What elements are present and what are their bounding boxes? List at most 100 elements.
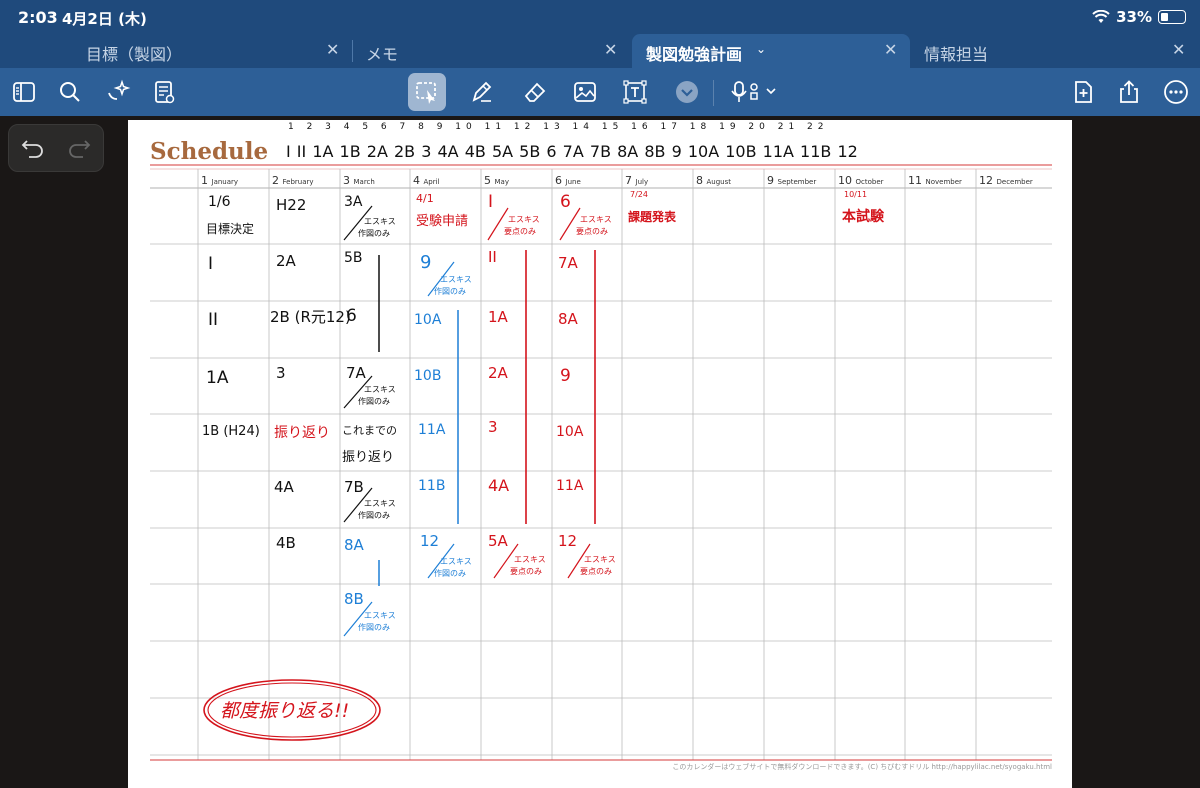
month-number: 12 [979, 174, 993, 187]
note-mar-review: 振り返り [342, 450, 395, 465]
note-jan-row5: 1B (H24) [202, 424, 260, 439]
note-oct-date: 10/11 [844, 190, 868, 199]
close-icon[interactable]: ✕ [884, 40, 897, 59]
share-icon[interactable] [1114, 77, 1144, 107]
lasso-icon[interactable] [408, 73, 446, 111]
note-jun-row7: 12 [558, 532, 578, 550]
month-number: 9 [767, 174, 774, 187]
battery-percent: 33% [1116, 8, 1152, 26]
note-apr-row3: 10A [414, 312, 442, 328]
page-footer: このカレンダーはウェブサイトで無料ダウンロードできます。(C) ちびむすドリル … [672, 763, 1052, 771]
note-jan-row4: 1A [206, 368, 229, 388]
note-apr-draw2: 作図のみ [434, 569, 466, 578]
note-may-row1: I [488, 192, 494, 212]
note-feb-row6: 4A [274, 478, 294, 496]
status-bar: 2:03 4月2日 (木) 33% [0, 0, 1200, 34]
note-mar-esq2: エスキス [364, 385, 396, 394]
tab-drafting-plan[interactable]: 製図勉強計画 ⌄ ✕ [632, 34, 910, 68]
note-apr-apply: 受験申請 [416, 214, 469, 229]
eraser-icon[interactable] [520, 77, 550, 107]
note-jun-row4: 9 [560, 366, 571, 386]
note-may-row3: 1A [488, 308, 508, 326]
note-mar-row8: 8B [344, 590, 364, 608]
close-icon[interactable]: ✕ [326, 40, 339, 59]
month-name: July [635, 178, 649, 186]
month-header-apr: 4 April [413, 174, 440, 187]
note-apr-row4: 10B [414, 368, 442, 384]
month-number: 1 [201, 174, 208, 187]
note-jun-row1: 6 [560, 192, 571, 212]
add-page-icon[interactable] [1068, 77, 1098, 107]
redo-icon[interactable] [67, 137, 91, 163]
status-right: 33% [1092, 8, 1186, 26]
note-may-pts2: 要点のみ [510, 567, 542, 576]
note-may-row2: II [488, 248, 497, 266]
undo-redo-group [8, 124, 104, 172]
note-feb-row7: 4B [276, 534, 296, 552]
note-may-pts1: 要点のみ [504, 227, 536, 236]
microphone-icon[interactable] [730, 77, 782, 107]
search-icon[interactable] [55, 77, 85, 107]
note-feb-row2: 2A [276, 252, 296, 270]
month-header-mar: 3 March [343, 174, 375, 187]
month-header-dec: 12 December [979, 174, 1033, 187]
tab-goals[interactable]: 目標（製図） ✕ [64, 34, 352, 68]
note-jun-pts2: 要点のみ [580, 567, 612, 576]
document-icon[interactable] [149, 77, 179, 107]
note-may-row6: 4A [488, 476, 510, 495]
toolbar-divider [713, 80, 714, 106]
note-apr-esq1: エスキス [440, 275, 472, 284]
sparkle-icon[interactable] [103, 77, 133, 107]
chevron-down-icon[interactable]: ⌄ [756, 42, 766, 56]
month-name: February [282, 178, 314, 186]
wifi-icon [1092, 10, 1110, 23]
textbox-icon[interactable] [620, 77, 650, 107]
month-number: 10 [838, 174, 852, 187]
note-mar-draw4: 作図のみ [358, 623, 390, 632]
note-may-row7: 5A [488, 532, 508, 550]
note-oct-exam: 本試験 [842, 209, 884, 225]
tab-label: 製図勉強計画 [646, 45, 743, 64]
more-icon[interactable] [1161, 77, 1191, 107]
note-apr-esq2: エスキス [440, 557, 472, 566]
month-header-feb: 2 February [272, 174, 314, 187]
battery-icon [1158, 10, 1186, 24]
note-review-each-time: 都度振り返る!! [220, 700, 350, 722]
month-number: 7 [625, 174, 632, 187]
note-feb-review: 振り返り [274, 425, 330, 441]
month-header-oct: 10 October [838, 174, 884, 187]
note-mar-draw2: 作図のみ [358, 397, 390, 406]
note-jun-row6: 11A [556, 478, 584, 494]
pen-icon[interactable] [467, 77, 497, 107]
note-jul-task: 課題発表 [628, 210, 677, 224]
note-mar-sofar: これまでの [342, 424, 397, 437]
undo-icon[interactable] [21, 137, 45, 163]
close-icon[interactable]: ✕ [604, 40, 617, 59]
month-header-nov: 11 November [908, 174, 962, 187]
note-jun-pts1: 要点のみ [576, 227, 608, 236]
tab-memo[interactable]: メモ ✕ [352, 34, 632, 68]
note-jan-date: 1/6 [208, 194, 231, 210]
month-header-jun: 6 June [555, 174, 581, 187]
month-name: November [925, 178, 962, 186]
note-mar-draw3: 作図のみ [358, 511, 390, 520]
tab-label: 情報担当 [924, 45, 989, 64]
month-name: October [855, 178, 884, 186]
note-jul-date: 7/24 [630, 190, 648, 199]
schedule-page[interactable]: Schedule 1 2 3 4 5 6 7 8 9 10 11 12 13 1… [128, 120, 1072, 788]
month-header-may: 5 May [484, 174, 509, 187]
month-name: March [353, 178, 375, 186]
month-name: August [706, 178, 732, 186]
tab-info[interactable]: 情報担当 ✕ [910, 34, 1200, 68]
month-name: May [494, 178, 509, 186]
note-jun-row3: 8A [558, 310, 578, 328]
sidebar-icon[interactable] [9, 77, 39, 107]
note-may-esq2: エスキス [514, 555, 546, 564]
tab-label: メモ [366, 45, 399, 64]
close-icon[interactable]: ✕ [1172, 40, 1185, 59]
chevron-down-icon[interactable] [672, 77, 702, 107]
note-apr-date: 4/1 [416, 192, 434, 205]
note-mar-row6: 7B [344, 478, 364, 496]
image-icon[interactable] [570, 77, 600, 107]
note-apr-row2: 9 [420, 252, 432, 273]
